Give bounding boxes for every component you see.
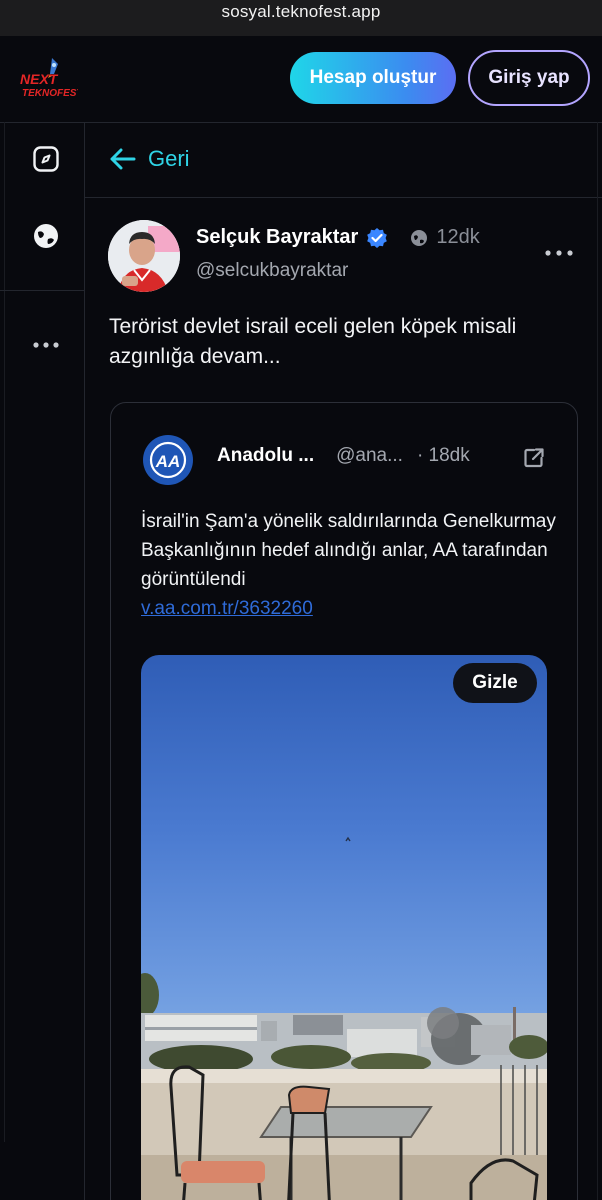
browser-url-bar[interactable]: sosyal.teknofest.app (0, 0, 602, 36)
post-time-group: 12dk (410, 226, 480, 249)
more-icon (33, 342, 59, 348)
teknofest-logo[interactable]: NEXT TEKNOFEST (18, 54, 83, 102)
svg-text:NEXT: NEXT (20, 71, 59, 87)
quote-author-handle[interactable]: @ana... (336, 445, 403, 467)
globe-icon (34, 224, 58, 248)
quote-time: · 18dk (416, 445, 470, 466)
post-text: Terörist devlet israil eceli gelen köpek… (109, 315, 517, 368)
svg-text:TEKNOFEST: TEKNOFEST (22, 88, 78, 99)
quote-link[interactable]: v.aa.com.tr/3632260 (141, 598, 313, 619)
video-frame-image (141, 836, 547, 1200)
quote-author-avatar[interactable]: AA (143, 435, 193, 485)
avatar-image (108, 220, 180, 292)
explore-button[interactable] (32, 145, 60, 173)
quote-text-block: İsrail'in Şam'a yönelik saldırılarında G… (141, 507, 561, 623)
aa-logo-icon: AA (149, 441, 187, 479)
right-edge-line (597, 122, 598, 1200)
back-button[interactable]: Geri (108, 142, 190, 176)
quoted-post-card[interactable]: AA Anadolu ... @ana... · 18dk İsrail'in … (110, 402, 578, 1200)
left-edge-line (4, 122, 5, 1142)
external-link-icon (524, 448, 544, 468)
hide-media-button[interactable]: Gizle (453, 663, 537, 703)
post-time: 12dk (436, 226, 480, 248)
sidebar-section-divider (0, 290, 84, 291)
next-teknofest-logo-icon: NEXT TEKNOFEST (20, 58, 83, 99)
discover-button[interactable] (32, 222, 60, 250)
url-text: sosyal.teknofest.app (221, 2, 381, 21)
more-horizontal-icon (545, 250, 573, 256)
back-label: Geri (148, 146, 190, 171)
author-avatar[interactable] (108, 220, 180, 292)
app-header: NEXT TEKNOFEST Hesap oluştur Giriş yap (0, 36, 602, 122)
quote-video-media[interactable]: Gizle (141, 655, 547, 1200)
post-author-row: Selçuk Bayraktar 12dk (196, 226, 480, 249)
quote-text: İsrail'in Şam'a yönelik saldırılarında G… (141, 511, 556, 590)
svg-text:AA: AA (155, 452, 181, 471)
quote-meta-row: Anadolu ... @ana... · 18dk (217, 445, 470, 467)
open-external-button[interactable] (523, 447, 545, 474)
author-name[interactable]: Selçuk Bayraktar (196, 226, 358, 249)
quote-author-name[interactable]: Anadolu ... (217, 445, 314, 467)
verified-badge-icon (367, 227, 388, 248)
arrow-left-icon (110, 148, 136, 170)
create-account-button[interactable]: Hesap oluştur (290, 52, 456, 104)
header-divider (0, 122, 602, 123)
post-options-button[interactable] (544, 246, 574, 264)
login-button[interactable]: Giriş yap (468, 50, 590, 106)
author-handle[interactable]: @selcukbayraktar (196, 260, 348, 282)
sidebar-divider (84, 122, 85, 1200)
compass-icon (33, 146, 59, 172)
back-row-divider (84, 197, 602, 198)
more-menu-button[interactable] (32, 331, 60, 359)
public-globe-icon (411, 229, 428, 246)
